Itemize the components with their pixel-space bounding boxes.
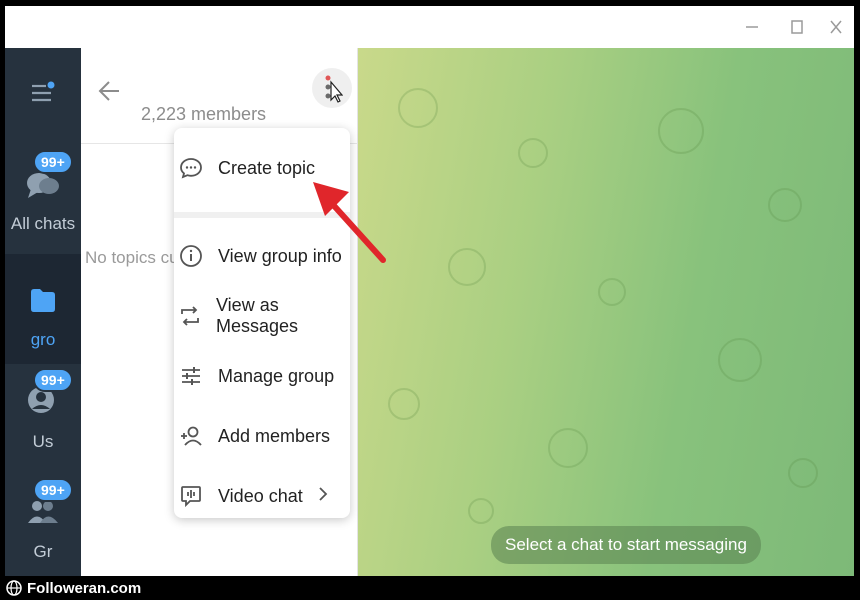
menu-item-add-members[interactable]: Add members xyxy=(174,410,350,462)
app-window: 99+ All chats gro 99+ Us 99+ Gr 2,223 me… xyxy=(5,6,854,576)
doodle-pattern xyxy=(398,88,438,128)
doodle-pattern xyxy=(518,138,548,168)
doodle-pattern xyxy=(768,188,802,222)
unread-badge: 99+ xyxy=(33,150,73,174)
doodle-pattern xyxy=(788,458,818,488)
select-chat-pill: Select a chat to start messaging xyxy=(491,526,761,564)
hamburger-icon xyxy=(32,81,55,102)
doodle-pattern xyxy=(448,248,486,286)
folder-sidebar: 99+ All chats gro 99+ Us 99+ Gr xyxy=(5,48,81,576)
folder-icon xyxy=(31,289,55,312)
doodle-pattern xyxy=(388,388,420,420)
more-options-button[interactable] xyxy=(312,68,352,108)
menu-item-manage-group[interactable]: Manage group xyxy=(174,350,350,402)
main-menu-button[interactable] xyxy=(5,48,81,138)
chat-background: Select a chat to start messaging xyxy=(358,48,854,576)
more-vertical-icon xyxy=(325,75,343,103)
menu-item-label: Video chat xyxy=(218,485,303,506)
title-bar xyxy=(5,6,854,48)
maximize-icon[interactable] xyxy=(784,14,810,40)
unread-badge: 99+ xyxy=(33,478,73,502)
member-count: 2,223 members xyxy=(141,104,267,124)
folder-all-chats[interactable]: 99+ All chats xyxy=(5,138,81,248)
menu-item-label: Create topic xyxy=(218,157,316,178)
add-user-icon xyxy=(178,423,204,449)
red-arrow-annotation xyxy=(313,182,386,263)
video-chat-icon xyxy=(178,483,204,509)
folder-label: All chats xyxy=(10,214,76,233)
chevron-right-icon xyxy=(318,486,328,507)
watermark-bar: Followeran.com xyxy=(0,576,860,600)
menu-item-view-as-messages[interactable]: View as Messages xyxy=(174,290,350,342)
close-icon[interactable] xyxy=(823,14,849,40)
folder-label: gro xyxy=(30,330,56,349)
chat-bubble-icon xyxy=(178,155,204,181)
menu-item-label: Add members xyxy=(218,425,331,446)
doodle-pattern xyxy=(598,278,626,306)
sliders-icon xyxy=(178,363,204,389)
folder-label: Us xyxy=(32,432,54,451)
folder-gr[interactable]: 99+ Gr xyxy=(5,466,81,576)
info-icon xyxy=(178,243,204,269)
menu-item-label: Manage group xyxy=(218,365,335,386)
doodle-pattern xyxy=(658,108,704,154)
watermark-text: Followeran.com xyxy=(27,579,142,597)
folder-label: Gr xyxy=(33,542,53,561)
minimize-icon[interactable] xyxy=(739,14,765,40)
globe-icon xyxy=(6,580,22,596)
menu-item-label: View as Messages xyxy=(216,295,299,336)
folder-gro[interactable]: gro xyxy=(5,254,81,364)
back-arrow-icon[interactable] xyxy=(97,78,123,104)
doodle-pattern xyxy=(548,428,588,468)
folder-us[interactable]: 99+ Us xyxy=(5,356,81,466)
unread-badge: 99+ xyxy=(33,368,73,392)
doodle-pattern xyxy=(468,498,494,524)
switch-icon xyxy=(178,303,202,329)
doodle-pattern xyxy=(718,338,762,382)
menu-item-video-chat[interactable]: Video chat xyxy=(174,470,350,522)
